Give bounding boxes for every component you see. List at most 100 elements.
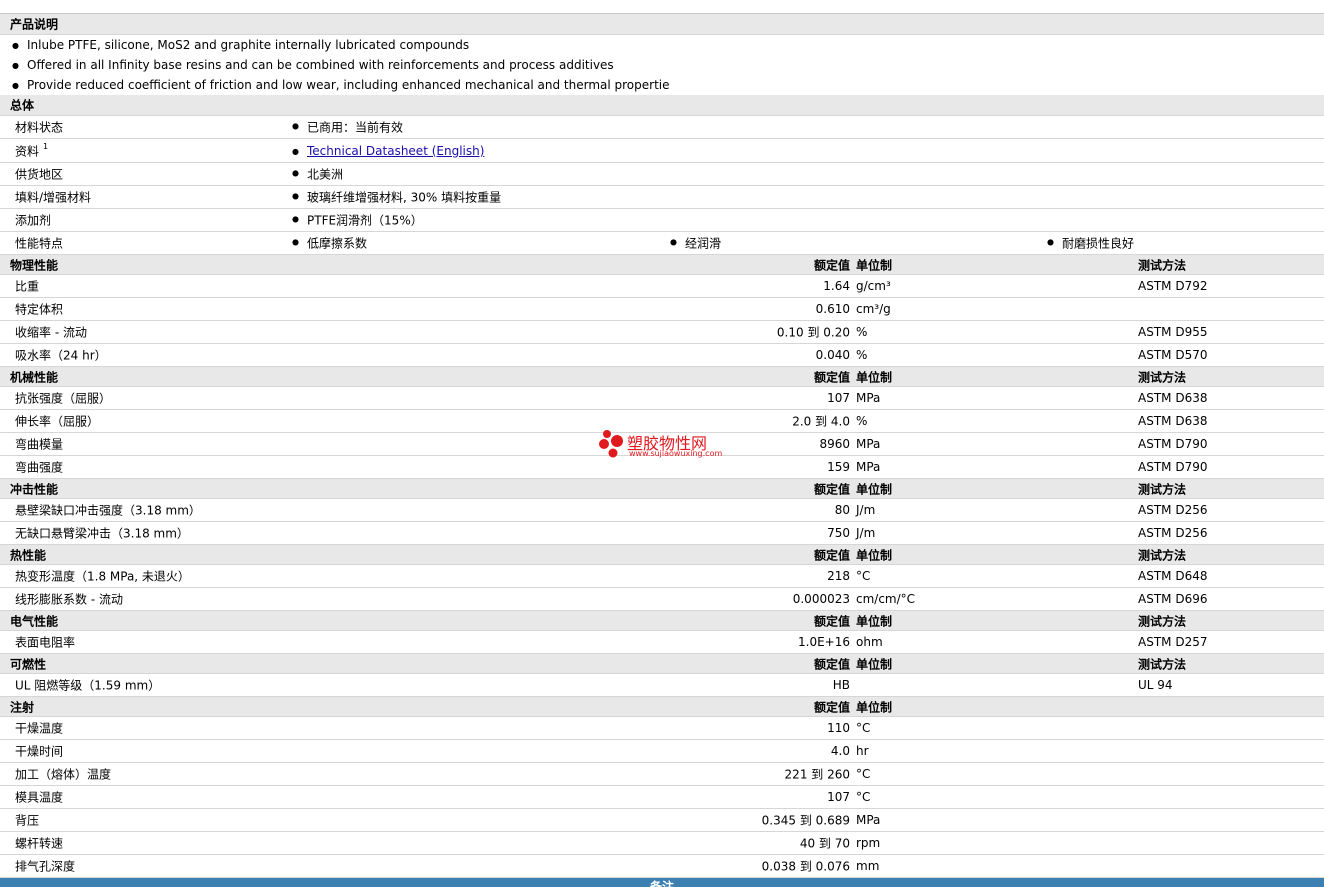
test-method: ASTM D638 — [1138, 391, 1208, 405]
method-header: 测试方法 — [1138, 614, 1187, 628]
method-header: 测试方法 — [1138, 370, 1187, 384]
property-label: 填料/增强材料 — [15, 190, 92, 205]
property-label: UL 阻燃等级（1.59 mm） — [15, 678, 161, 693]
method-header: 测试方法 — [1138, 482, 1187, 496]
property-row: 背压 0.345 到 0.689 MPa — [0, 809, 1324, 832]
section-title: 注射 — [10, 700, 35, 714]
property-value: 750 — [827, 526, 850, 540]
property-row: 抗张强度（屈服） 107 MPa ASTM D638 — [0, 387, 1324, 410]
test-method: ASTM D790 — [1138, 460, 1208, 474]
property-value: 0.10 到 0.20 — [776, 325, 850, 340]
property-label: 排气孔深度 — [15, 859, 76, 874]
test-method: ASTM D256 — [1138, 503, 1208, 517]
property-label: 吸水率（24 hr） — [15, 348, 107, 363]
property-label: 资料 — [15, 144, 40, 158]
property-row: UL 阻燃等级（1.59 mm） HB UL 94 — [0, 674, 1324, 697]
section-header-general: 总体 — [0, 95, 1324, 116]
property-value: 0.038 到 0.076 — [761, 859, 850, 874]
property-value: 玻璃纤维增强材料, 30% 填料按重量 — [292, 189, 501, 206]
property-label: 悬壁梁缺口冲击强度（3.18 mm） — [15, 503, 201, 518]
feature-value: 经润滑 — [670, 235, 721, 252]
watermark-logo: 塑胶物性网 www.sujiaowuxing.com — [597, 425, 737, 465]
property-label: 线形膨胀系数 - 流动 — [15, 592, 123, 607]
test-method: ASTM D955 — [1138, 325, 1208, 339]
description-text: Inlube PTFE, silicone, MoS2 and graphite… — [12, 38, 469, 52]
unit-header: 单位制 — [856, 258, 893, 272]
datasheet-link-item: Technical Datasheet (English) — [292, 144, 484, 158]
notes-bar[interactable]: 备注 — [0, 878, 1324, 887]
nominal-header: 额定值 — [813, 614, 850, 628]
section-header-description: 产品说明 — [0, 14, 1324, 35]
property-label: 加工（熔体）温度 — [15, 767, 112, 782]
property-value: 0.610 — [815, 302, 850, 316]
description-item: Inlube PTFE, silicone, MoS2 and graphite… — [0, 35, 1324, 55]
property-label: 添加剂 — [15, 213, 52, 228]
property-unit: °C — [856, 767, 871, 781]
footnote-marker: 1 — [43, 142, 49, 151]
property-unit: MPa — [856, 437, 881, 451]
notes-label: 备注 — [649, 880, 674, 887]
test-method: ASTM D696 — [1138, 592, 1208, 606]
nominal-header: 额定值 — [813, 370, 850, 384]
property-value: 221 到 260 — [784, 767, 850, 782]
property-label: 性能特点 — [15, 236, 64, 251]
property-label: 模具温度 — [15, 790, 64, 805]
description-text: Offered in all Infinity base resins and … — [12, 58, 614, 72]
general-row: 材料状态 已商用：当前有效 — [0, 116, 1324, 139]
general-row: 资料1 Technical Datasheet (English) — [0, 139, 1324, 163]
property-unit: g/cm³ — [856, 279, 891, 293]
section-title: 总体 — [10, 98, 35, 113]
datasheet-link[interactable]: Technical Datasheet (English) — [307, 144, 484, 158]
property-value: 4.0 — [830, 744, 850, 758]
property-row: 排气孔深度 0.038 到 0.076 mm — [0, 855, 1324, 878]
property-value: 1.0E+16 — [798, 635, 850, 649]
test-method: ASTM D790 — [1138, 437, 1208, 451]
property-row: 特定体积 0.610 cm³/g — [0, 298, 1324, 321]
description-item: Provide reduced coefficient of friction … — [0, 75, 1324, 95]
property-value: 0.040 — [815, 348, 850, 362]
property-unit: cm/cm/°C — [856, 592, 916, 606]
property-row: 热变形温度（1.8 MPa, 未退火） 218 °C ASTM D648 — [0, 565, 1324, 588]
property-value: 107 — [827, 391, 850, 405]
property-row: 比重 1.64 g/cm³ ASTM D792 — [0, 275, 1324, 298]
property-unit: % — [856, 325, 868, 339]
section-header: 电气性能 额定值 单位制 测试方法 — [0, 611, 1324, 631]
property-value: 1.64 — [823, 279, 850, 293]
property-label: 比重 — [15, 279, 40, 294]
property-label: 螺杆转速 — [15, 836, 64, 851]
section-title: 物理性能 — [10, 258, 59, 272]
method-header: 测试方法 — [1138, 548, 1187, 562]
property-label: 供货地区 — [15, 167, 64, 182]
nominal-header: 额定值 — [813, 700, 850, 714]
property-value: 110 — [827, 721, 850, 735]
property-label: 干燥温度 — [15, 721, 64, 736]
property-unit: cm³/g — [856, 302, 891, 316]
unit-header: 单位制 — [856, 614, 893, 628]
property-row: 模具温度 107 °C — [0, 786, 1324, 809]
general-row: 添加剂 PTFE润滑剂（15%） — [0, 209, 1324, 232]
nominal-header: 额定值 — [813, 258, 850, 272]
test-method: UL 94 — [1138, 678, 1173, 692]
nominal-header: 额定值 — [813, 657, 850, 671]
property-row: 表面电阻率 1.0E+16 ohm ASTM D257 — [0, 631, 1324, 654]
test-method: ASTM D792 — [1138, 279, 1208, 293]
nominal-header: 额定值 — [813, 548, 850, 562]
property-label: 热变形温度（1.8 MPa, 未退火） — [15, 569, 190, 584]
property-value: 北美洲 — [292, 166, 343, 183]
property-label: 弯曲强度 — [15, 460, 64, 475]
property-unit: MPa — [856, 391, 881, 405]
unit-header: 单位制 — [856, 700, 893, 714]
property-unit: MPa — [856, 460, 881, 474]
section-header: 注射 额定值 单位制 — [0, 697, 1324, 717]
property-value: PTFE润滑剂（15%） — [292, 212, 423, 229]
section-title: 产品说明 — [10, 17, 59, 32]
property-unit: J/m — [856, 526, 876, 540]
property-unit: °C — [856, 721, 871, 735]
property-row: 干燥时间 4.0 hr — [0, 740, 1324, 763]
property-row: 吸水率（24 hr） 0.040% ASTM D570 — [0, 344, 1324, 367]
property-unit: ohm — [856, 635, 883, 649]
general-row: 性能特点 低摩擦系数 经润滑 耐磨损性良好 — [0, 232, 1324, 255]
property-value: 0.000023 — [792, 592, 850, 606]
unit-header: 单位制 — [856, 657, 893, 671]
property-value: HB — [832, 678, 850, 692]
